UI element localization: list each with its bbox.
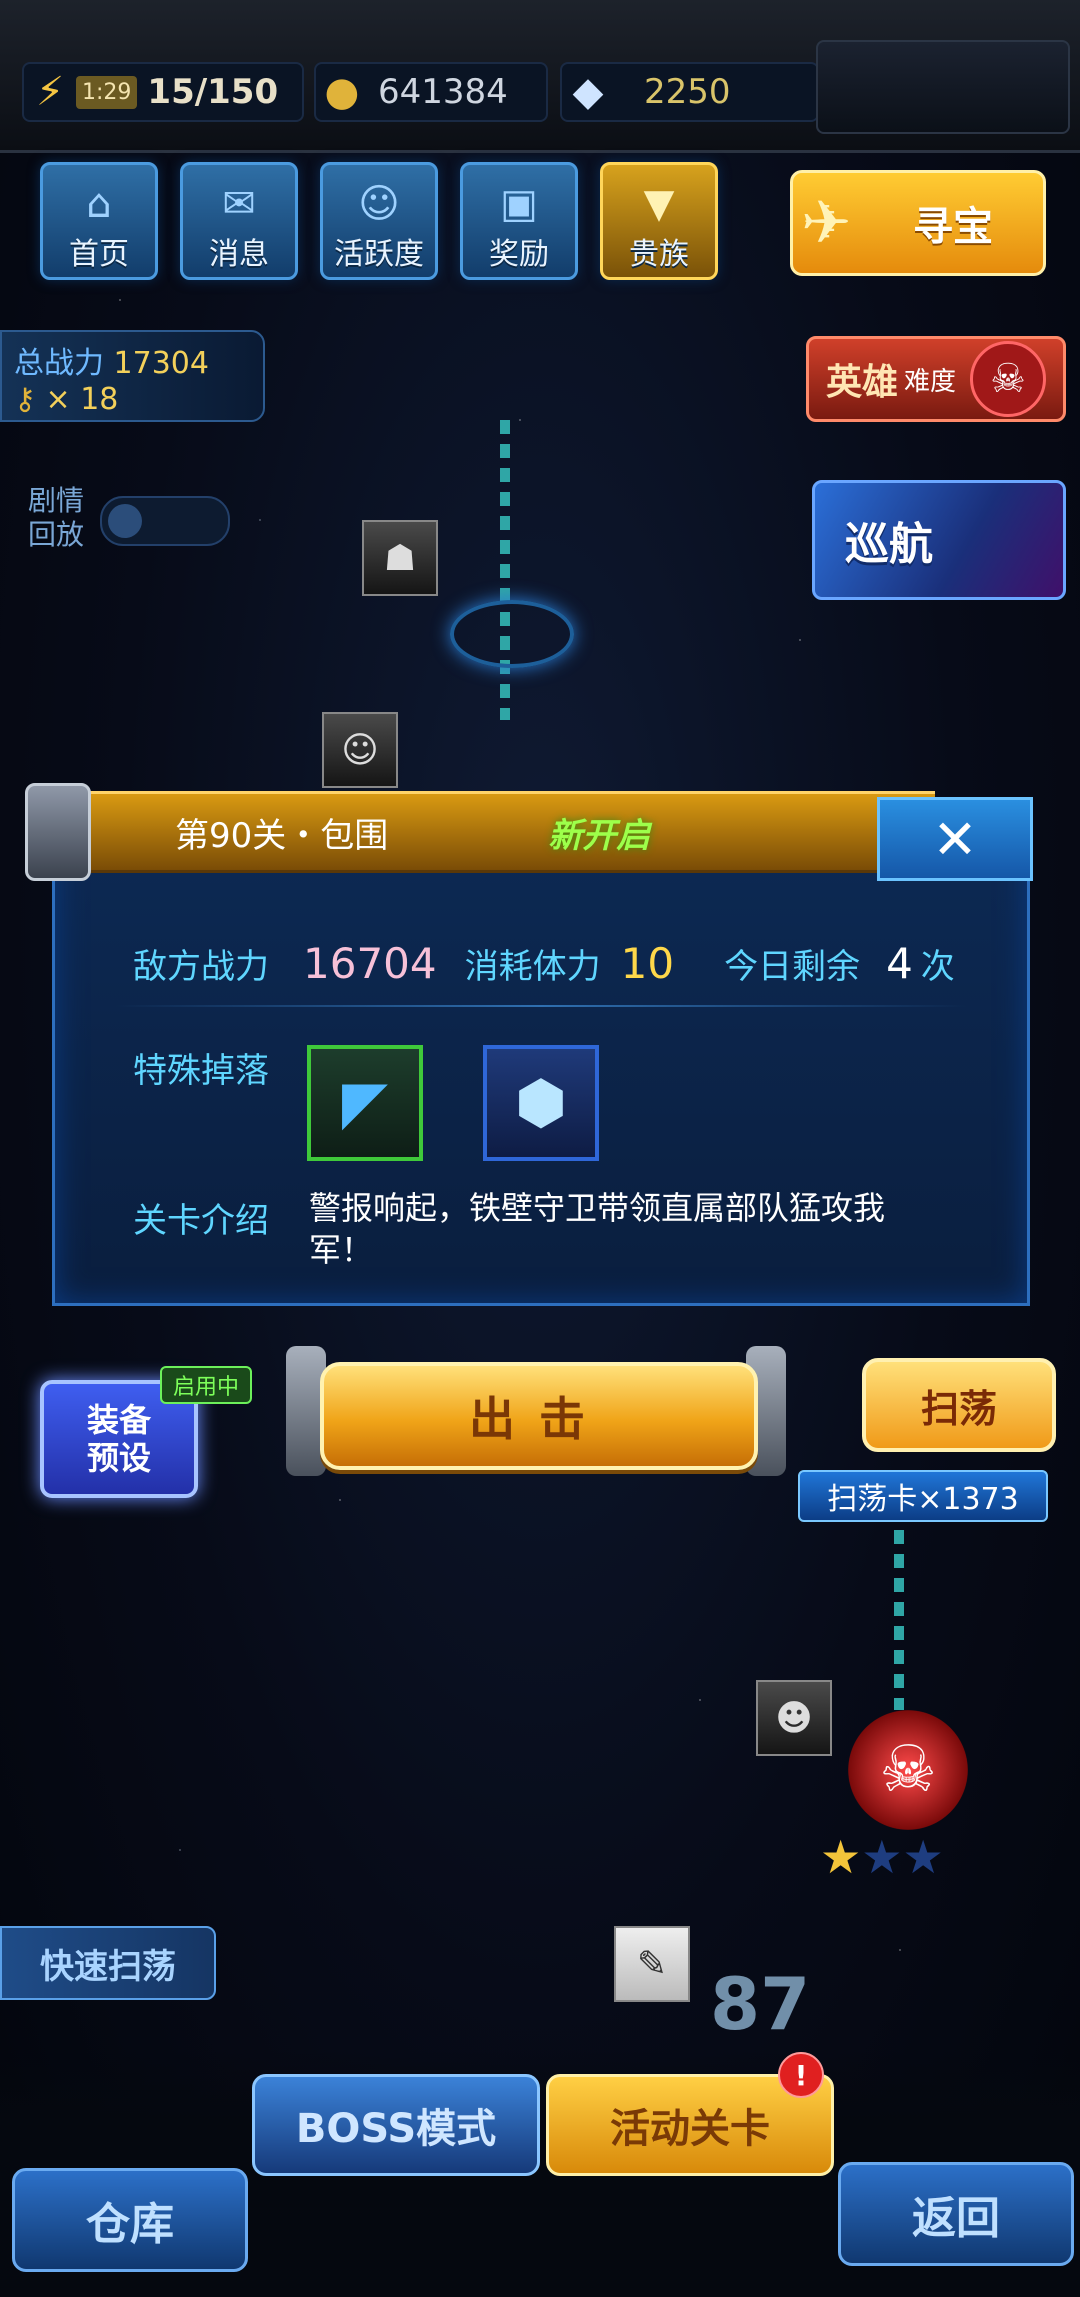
menu-label: 贵族 [629, 237, 689, 272]
skull-icon: ☠ [879, 1733, 937, 1807]
boss-stage-node[interactable]: ☠ [848, 1710, 968, 1830]
menu-activity-button[interactable]: ☺ 活跃度 [320, 162, 438, 280]
coin-value: 641384 [378, 72, 508, 112]
star-icon: ★ [820, 1830, 862, 1884]
menu-message-button[interactable]: ✉ 消息 [180, 162, 298, 280]
coin-counter[interactable]: ● 641384 [314, 62, 548, 122]
enemy-power-label: 敌方战力 [133, 947, 269, 987]
map-path [894, 1530, 904, 1710]
notification-badge: ! [778, 2052, 824, 2098]
event-stage-label: 活动关卡 [610, 2106, 770, 2152]
lightning-icon: ⚡ [35, 69, 65, 115]
star-icon: ★ [861, 1830, 903, 1884]
close-icon: ✕ [932, 807, 978, 871]
preset-active-badge: 启用中 [160, 1366, 252, 1404]
remaining-label: 今日剩余 [724, 947, 861, 987]
power-value: 17304 [113, 346, 209, 381]
stage-stars: ★★★ [820, 1830, 944, 1884]
stage-intro-text: 警报响起，铁壁守卫带领直属部队猛攻我军！ [309, 1189, 886, 1269]
home-icon: ⌂ [86, 181, 112, 227]
treasure-label: 寻宝 [913, 204, 993, 250]
warehouse-button[interactable]: 仓库 [12, 2168, 248, 2272]
gift-icon: ▣ [500, 181, 538, 227]
difficulty-suffix: 难度 [904, 366, 957, 397]
enemy-avatar[interactable]: ☻ [756, 1680, 832, 1756]
stamina-value: 10 [620, 939, 675, 988]
remaining-value: 4 [886, 939, 913, 988]
menu-label: 消息 [209, 237, 269, 272]
divider [115, 1005, 967, 1007]
boss-mode-label: BOSS模式 [295, 2106, 497, 2152]
sweep-label: 扫荡 [920, 1386, 997, 1431]
noble-icon: ▼ [643, 181, 675, 227]
energy-counter[interactable]: ⚡ 1:29 15/150 [22, 62, 304, 122]
drop-item-weapon[interactable]: ◤ [307, 1045, 423, 1161]
energy-timer: 1:29 [76, 75, 138, 109]
sweep-card-count: 扫荡卡×1373 [798, 1470, 1048, 1522]
story-replay-toggle[interactable] [100, 496, 230, 546]
stage-dialog: 第90关・包围 新开启 ✕ 敌方战力 16704 消耗体力 10 今日剩余 4 … [25, 783, 1033, 1306]
diamond-icon: ◆ [572, 69, 604, 115]
quick-sweep-button[interactable]: 快速扫荡 [0, 1926, 216, 2000]
stage-node[interactable] [450, 600, 574, 668]
back-label: 返回 [912, 2193, 1000, 2244]
difficulty-label: 英雄 [825, 362, 898, 403]
quick-sweep-label: 快速扫荡 [40, 1946, 176, 1987]
attack-label: 出击 [469, 1392, 609, 1446]
map-path [500, 420, 510, 720]
main-menu: ⌂ 首页 ✉ 消息 ☺ 活跃度 ▣ 奖励 ▼ 贵族 [40, 162, 718, 280]
warehouse-label: 仓库 [86, 2199, 174, 2250]
stage-number: 87 [710, 1962, 811, 2046]
preset-label: 装备预设 [86, 1401, 151, 1477]
resource-bar: ⚡ 1:29 15/150 ● 641384 ◆ 2250 [0, 0, 1080, 153]
key-count: × 18 [45, 382, 119, 417]
remaining-unit: 次 [920, 947, 955, 987]
sweep-button[interactable]: 扫荡 [862, 1358, 1056, 1452]
menu-home-button[interactable]: ⌂ 首页 [40, 162, 158, 280]
hero-difficulty-button[interactable]: 英雄 难度 ☠ [806, 336, 1066, 422]
attack-button[interactable]: 出击 [320, 1362, 758, 1470]
top-right-panel [816, 40, 1070, 134]
special-drop-label: 特殊掉落 [133, 1051, 269, 1091]
weapon-icon: ◤ [341, 1068, 389, 1138]
jet-icon: ✈ [801, 188, 852, 258]
total-power-panel: 总战力 17304 ⚷ × 18 [0, 330, 265, 422]
coin-icon: ● [324, 69, 360, 115]
enemy-avatar[interactable]: ☗ [362, 520, 438, 596]
close-button[interactable]: ✕ [877, 797, 1033, 881]
drop-item-crystal[interactable]: ⬢ [483, 1045, 599, 1161]
new-badge: 新开启 [548, 815, 651, 856]
back-button[interactable]: 返回 [838, 2162, 1074, 2266]
stamina-label: 消耗体力 [464, 947, 601, 987]
cruise-label: 巡航 [845, 519, 933, 570]
toggle-knob [108, 504, 142, 538]
mail-icon: ✉ [222, 181, 256, 227]
skull-icon: ☠ [970, 341, 1047, 417]
menu-reward-button[interactable]: ▣ 奖励 [460, 162, 578, 280]
crystal-icon: ⬢ [514, 1068, 568, 1138]
gem-value: 2250 [644, 72, 731, 112]
menu-noble-button[interactable]: ▼ 贵族 [600, 162, 718, 280]
stage-title: 第90关・包围 [175, 815, 389, 856]
enemy-power-value: 16704 [303, 939, 437, 988]
gem-counter[interactable]: ◆ 2250 [560, 62, 819, 122]
menu-label: 奖励 [489, 237, 549, 272]
energy-value: 15/150 [147, 72, 279, 112]
story-replay-label: 剧情回放 [28, 484, 85, 551]
boss-mode-button[interactable]: BOSS模式 [252, 2074, 540, 2176]
activity-icon: ☺ [358, 181, 400, 227]
key-icon: ⚷ [14, 382, 36, 417]
cruise-button[interactable]: 巡航 [812, 480, 1066, 600]
enemy-avatar[interactable]: ✎ [614, 1926, 690, 2002]
title-bar-cap [25, 783, 91, 881]
menu-label: 活跃度 [334, 237, 424, 272]
star-icon: ★ [902, 1830, 944, 1884]
stage-stats: 敌方战力 16704 消耗体力 10 今日剩余 4 次 [133, 939, 955, 988]
menu-label: 首页 [69, 237, 129, 272]
stage-intro-label: 关卡介绍 [133, 1201, 269, 1241]
dialog-title-bar: 第90关・包围 新开启 [35, 791, 935, 873]
enemy-avatar[interactable]: ☺ [322, 712, 398, 788]
power-label: 总战力 [14, 346, 104, 381]
treasure-hunt-button[interactable]: ✈ 寻宝 [790, 170, 1046, 276]
